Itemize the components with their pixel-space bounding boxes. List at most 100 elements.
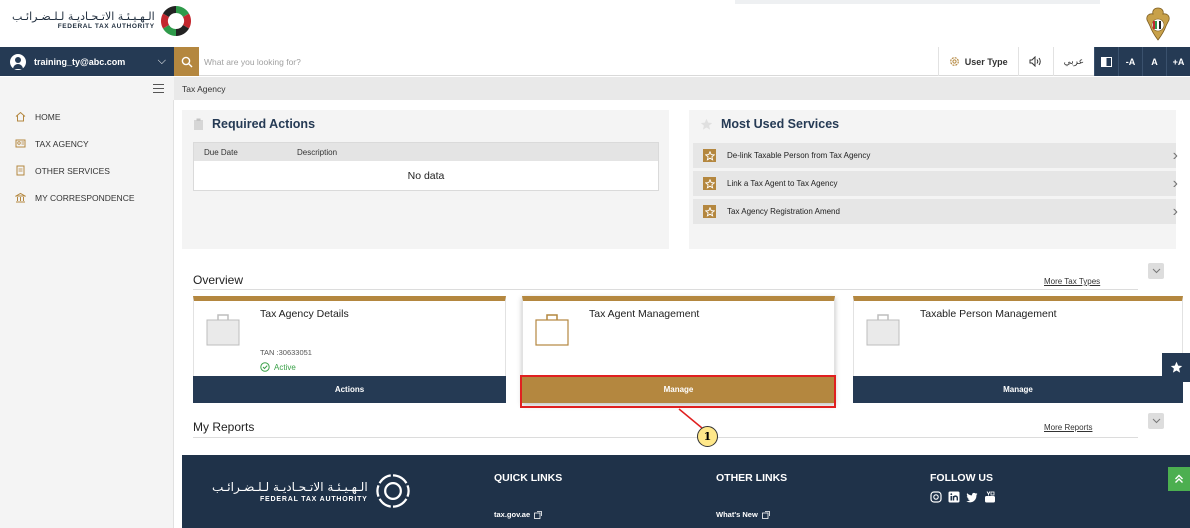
site-footer: الـهـيـئـة الاتـحـاديـة لـلـضـرائـب FEDE… [182,455,1190,528]
service-item-link-tax-agent[interactable]: Link a Tax Agent to Tax Agency › [693,171,1178,196]
star-outline-icon [700,118,713,130]
twitter-icon[interactable] [966,491,978,503]
actions-button[interactable]: Actions [193,376,506,403]
chevron-down-icon: ⌵ [157,55,166,67]
footer-link-label: What's New [716,510,758,519]
required-actions-table: Due Date Description No data [193,142,659,191]
instagram-icon[interactable] [930,491,942,503]
service-label: Link a Tax Agent to Tax Agency [727,179,838,188]
home-icon [15,111,26,122]
sidebar-item-label: TAX AGENCY [35,138,89,149]
footer-logo-english: FEDERAL TAX AUTHORITY [259,495,368,503]
speaker-icon [1029,56,1041,67]
card-title: Taxable Person Management [920,308,1057,320]
chevron-down-icon [1152,268,1160,274]
more-reports-link[interactable]: More Reports [1044,423,1092,432]
sidebar-item-label: OTHER SERVICES [35,165,110,176]
star-icon [1170,361,1182,373]
service-label: De-link Taxable Person from Tax Agency [727,151,871,160]
reports-collapse-button[interactable] [1148,413,1164,429]
sidebar-item-home[interactable]: HOME [0,103,173,130]
text-to-speech-button[interactable] [1017,47,1053,76]
service-label: Tax Agency Registration Amend [727,207,840,216]
briefcase-icon [206,314,240,346]
breadcrumb-current: Tax Agency [182,83,226,94]
most-used-services-list: De-link Taxable Person from Tax Agency ›… [693,143,1178,227]
fta-logo-mark-icon [375,474,410,508]
double-chevron-up-icon [1175,474,1183,483]
breadcrumb-row: Tax Agency [0,77,1190,100]
hamburger-menu-icon[interactable] [153,84,164,93]
briefcase-icon [535,314,569,346]
chevron-right-icon: › [1172,175,1178,192]
follow-us-title: FOLLOW US [930,472,993,484]
contrast-icon [1101,56,1112,67]
star-icon [703,205,716,218]
service-item-registration-amend[interactable]: Tax Agency Registration Amend › [693,199,1178,224]
sidebar-item-label: HOME [35,111,61,122]
sidebar-item-other-services[interactable]: OTHER SERVICES [0,157,173,184]
status-text: Active [274,362,296,372]
fta-logo[interactable]: الـهـيـئـة الاتـحـاديـة لـلـضـرائـب FEDE… [12,4,193,38]
chevron-down-icon [1152,418,1160,424]
logo-bar: الـهـيـئـة الاتـحـاديـة لـلـضـرائـب FEDE… [0,0,1190,47]
main-content: Required Actions Due Date Description No… [174,100,1190,528]
top-band [735,0,1100,4]
footer-logo-arabic: الـهـيـئـة الاتـحـاديـة لـلـضـرائـب [212,479,368,494]
footer-logo[interactable]: الـهـيـئـة الاتـحـاديـة لـلـضـرائـب FEDE… [212,472,412,510]
clipboard-icon [194,118,203,130]
toolbar-actions: User Type عربي -A A +A [937,47,1190,76]
top-toolbar: training_ty@abc.com ⌵ User Type عربي [0,47,1190,76]
footer-link-tax-gov[interactable]: tax.gov.ae [494,510,543,519]
logo-arabic-text: الـهـيـئـة الاتـحـاديـة لـلـضـرائـب [12,10,155,24]
sidebar-item-tax-agency[interactable]: TAX AGENCY [0,130,173,157]
user-menu[interactable]: training_ty@abc.com ⌵ [0,47,174,76]
font-decrease-button[interactable]: -A [1118,47,1142,76]
column-due-date: Due Date [204,147,238,157]
briefcase-icon [866,314,900,346]
fta-logo-mark-icon [160,5,191,37]
search-input[interactable] [204,53,704,70]
breadcrumb: Tax Agency [174,77,1190,100]
footer-link-label: tax.gov.ae [494,510,531,519]
user-email: training_ty@abc.com [34,56,126,67]
chevron-right-icon: › [1172,147,1178,164]
quick-links-title: QUICK LINKS [494,472,563,484]
card-title: Tax Agent Management [589,308,700,320]
overview-title: Overview [193,273,244,287]
manage-taxable-person-button[interactable]: Manage [853,376,1183,403]
services-icon [16,165,25,176]
language-switch[interactable]: عربي [1052,47,1094,76]
external-link-icon [761,510,770,519]
more-tax-types-link[interactable]: More Tax Types [1044,277,1100,286]
linkedin-icon[interactable] [948,491,960,503]
user-type-button[interactable]: User Type [937,47,1018,76]
most-used-services-panel: Most Used Services De-link Taxable Perso… [689,110,1178,249]
tan-number: TAN :30633051 [260,348,312,357]
font-normal-button[interactable]: A [1142,47,1166,76]
correspondence-icon [15,192,26,203]
scroll-to-top-button[interactable] [1168,467,1190,491]
youtube-icon[interactable] [984,491,996,503]
star-icon [703,177,716,190]
card-title: Tax Agency Details [260,308,349,320]
annotation-highlight-box [520,375,836,408]
required-actions-panel: Required Actions Due Date Description No… [182,110,669,249]
card-tax-agency-details: Tax Agency Details TAN :30633051 Active … [193,296,506,403]
most-used-services-title: Most Used Services [721,117,840,131]
font-increase-button[interactable]: +A [1166,47,1190,76]
other-links-title: OTHER LINKS [716,472,788,484]
footer-link-whats-new[interactable]: What's New [716,510,770,519]
empty-state: No data [407,169,445,182]
sidebar-item-label: MY CORRESPONDENCE [35,192,135,203]
overview-collapse-button[interactable] [1148,263,1164,279]
star-icon [703,149,716,162]
sidebar-item-my-correspondence[interactable]: MY CORRESPONDENCE [0,184,173,211]
contrast-toggle[interactable] [1094,47,1118,76]
user-avatar-icon [10,53,26,70]
search-button[interactable] [174,47,199,76]
chevron-right-icon: › [1172,203,1178,220]
uae-emblem-icon [1146,7,1170,41]
favorites-tab[interactable] [1162,353,1190,382]
service-item-delink-taxable-person[interactable]: De-link Taxable Person from Tax Agency › [693,143,1178,168]
